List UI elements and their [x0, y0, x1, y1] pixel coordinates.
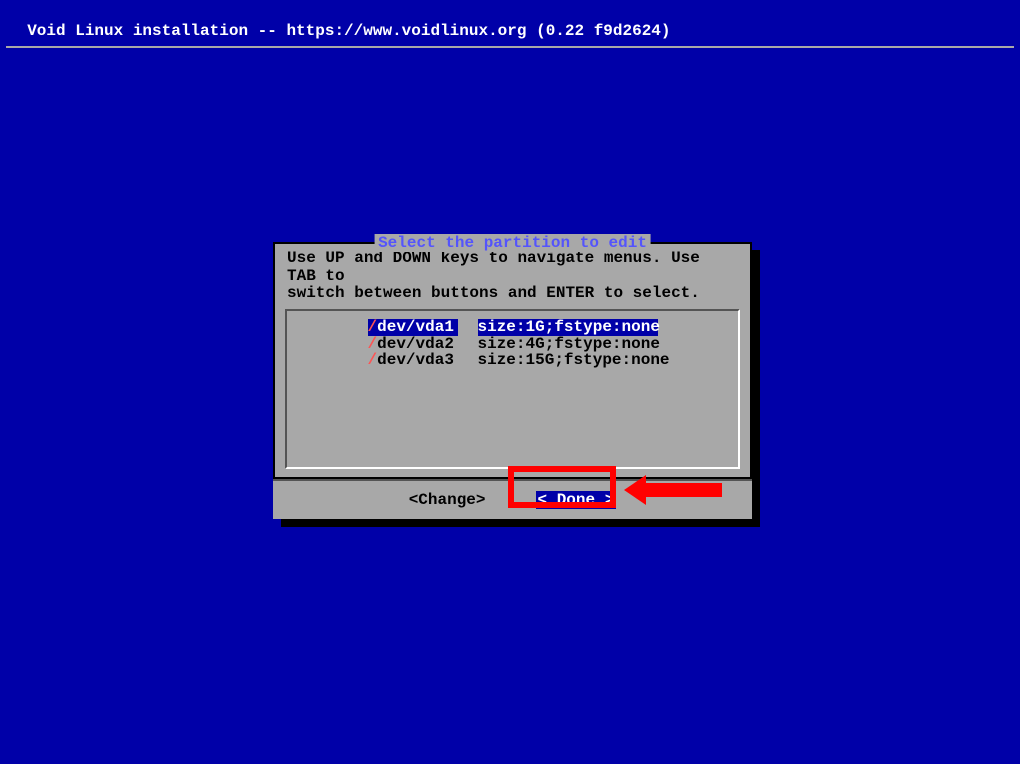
partition-device: /dev/vda2 [368, 336, 458, 353]
partition-row[interactable]: /dev/vda1 size:1G;fstype:none [287, 319, 738, 336]
dialog-button-bar: <Change> < Done > [273, 479, 752, 519]
partition-size: size:4G;fstype:none [478, 336, 658, 353]
done-button[interactable]: < Done > [536, 491, 617, 509]
instructions-line: Use UP and DOWN keys to navigate menus. … [287, 250, 738, 285]
partition-size: size:1G;fstype:none [478, 319, 658, 336]
partition-size: size:15G;fstype:none [478, 352, 658, 369]
dialog-instructions: Use UP and DOWN keys to navigate menus. … [283, 244, 742, 305]
partition-list[interactable]: /dev/vda1 size:1G;fstype:none /dev/vda2 … [285, 309, 740, 469]
partition-row[interactable]: /dev/vda3 size:15G;fstype:none [287, 352, 738, 369]
partition-row[interactable]: /dev/vda2 size:4G;fstype:none [287, 336, 738, 353]
dialog-title: Select the partition to edit [374, 234, 651, 252]
partition-device: /dev/vda3 [368, 352, 458, 369]
header-divider [6, 46, 1014, 48]
partition-device: /dev/vda1 [368, 319, 458, 336]
dialog-shadow [752, 250, 760, 527]
partition-dialog: Select the partition to edit Use UP and … [273, 242, 752, 519]
change-button[interactable]: <Change> [409, 491, 486, 509]
instructions-line: switch between buttons and ENTER to sele… [287, 285, 738, 303]
installer-header: Void Linux installation -- https://www.v… [0, 0, 1020, 44]
header-title: Void Linux installation -- https://www.v… [27, 22, 670, 40]
dialog-shadow [281, 519, 760, 527]
